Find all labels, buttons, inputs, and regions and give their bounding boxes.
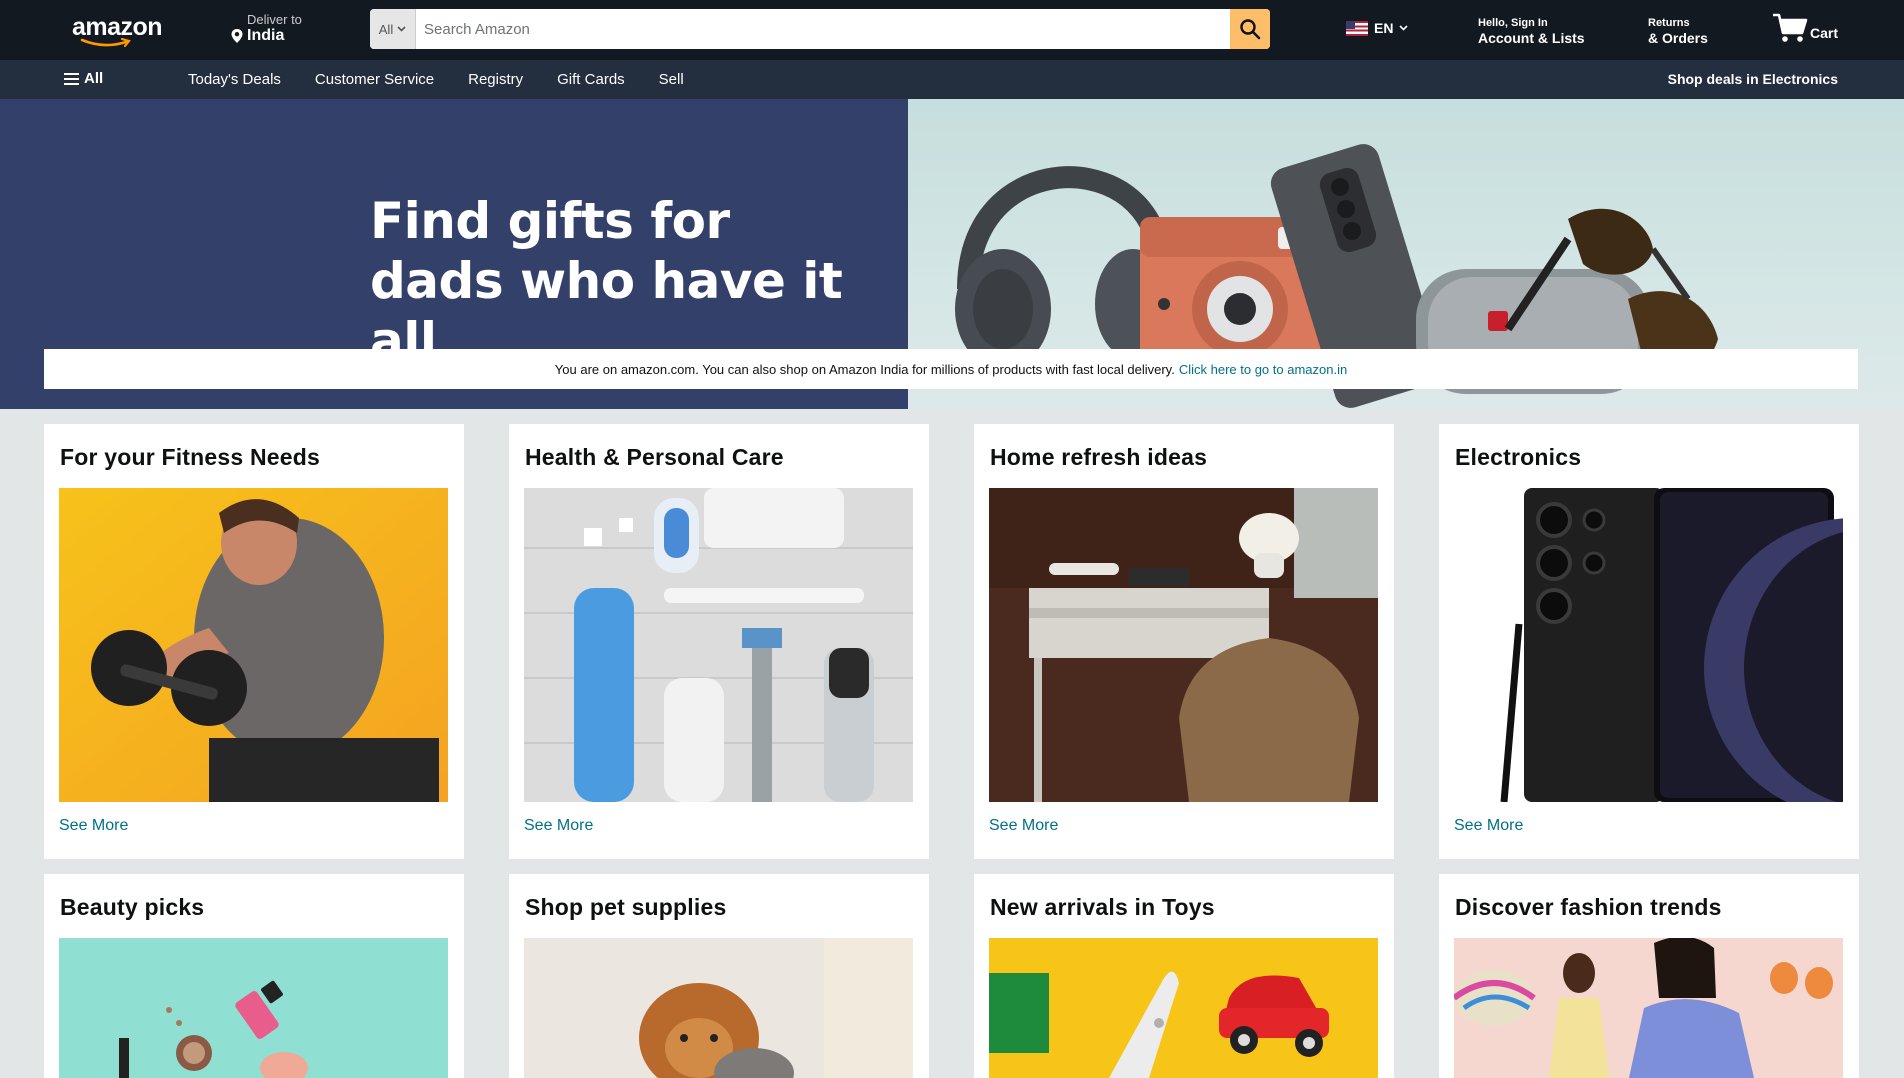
account-and-lists[interactable]: Hello, Sign In Account & Lists — [1478, 16, 1585, 46]
hero-title: Find gifts for dads who have it all — [370, 191, 908, 371]
see-more-link[interactable]: See More — [989, 817, 1058, 835]
secondary-navbar: All Today's Deals Customer Service Regis… — [0, 60, 1904, 99]
us-flag-icon — [1346, 20, 1368, 36]
cart-icon — [1773, 13, 1808, 42]
logo-smile-icon — [80, 38, 131, 48]
category-card-toys: New arrivals in Toys — [974, 874, 1394, 1078]
electronics-image[interactable] — [1454, 488, 1843, 802]
card-title: Shop pet supplies — [525, 894, 727, 920]
category-card-home: Home refresh ideas See More — [974, 424, 1394, 859]
nav-link-todays-deals[interactable]: Today's Deals — [188, 71, 281, 88]
go-to-amazon-in-link[interactable]: Click here to go to amazon.in — [1179, 362, 1347, 377]
nav-link-registry[interactable]: Registry — [468, 71, 523, 88]
see-more-link[interactable]: See More — [524, 817, 593, 835]
card-title: Discover fashion trends — [1455, 894, 1722, 920]
language-label: EN — [1374, 20, 1394, 36]
category-card-beauty: Beauty picks — [44, 874, 464, 1078]
all-menu-label: All — [84, 70, 104, 87]
search-icon — [1240, 19, 1261, 40]
locale-notice-banner: You are on amazon.com. You can also shop… — [44, 349, 1858, 389]
fitness-image[interactable] — [59, 488, 448, 802]
card-title: For your Fitness Needs — [60, 444, 321, 470]
returns-and-orders[interactable]: Returns & Orders — [1648, 16, 1708, 46]
all-menu-button[interactable]: All — [64, 70, 103, 87]
language-selector[interactable]: EN — [1346, 20, 1409, 36]
cart-button[interactable]: Cart — [1772, 12, 1838, 44]
deliver-location-text: India — [247, 27, 285, 44]
chevron-down-icon — [397, 26, 406, 32]
search-bar: All — [370, 9, 1270, 49]
locale-notice-text: You are on amazon.com. You can also shop… — [554, 361, 1175, 377]
hero-title-line-1: Find gifts for — [370, 192, 730, 250]
home-refresh-image[interactable] — [989, 488, 1378, 802]
search-category-label: All — [378, 21, 394, 37]
category-card-fitness: For your Fitness Needs See More — [44, 424, 464, 859]
top-navbar: amazon Deliver to India All Search Amazo… — [0, 0, 1904, 60]
category-card-electronics: Electronics See More — [1439, 424, 1859, 859]
cart-label: Cart — [1810, 25, 1839, 41]
headphones-image — [955, 166, 1175, 369]
see-more-link[interactable]: See More — [59, 817, 128, 835]
amazon-logo[interactable]: amazon — [72, 13, 163, 48]
see-more-link[interactable]: See More — [1454, 817, 1523, 835]
deliver-to-label: Deliver to — [247, 12, 302, 27]
category-card-health: Health & Personal Care See More — [509, 424, 929, 859]
search-button[interactable] — [1230, 9, 1270, 49]
nav-link-gift-cards[interactable]: Gift Cards — [557, 71, 625, 88]
card-title: Beauty picks — [60, 894, 205, 920]
card-title: Health & Personal Care — [525, 444, 784, 470]
account-greeting: Hello, Sign In — [1478, 17, 1548, 29]
logo-text: amazon — [72, 13, 163, 41]
card-title: Electronics — [1455, 444, 1582, 470]
beauty-image[interactable] — [59, 938, 448, 1078]
account-label: Account & Lists — [1478, 30, 1585, 46]
pet-supplies-image[interactable] — [524, 938, 913, 1078]
electronics-deals-link[interactable]: Shop deals in Electronics — [1668, 71, 1838, 87]
nav-link-customer-service[interactable]: Customer Service — [315, 71, 434, 88]
hamburger-menu-icon — [64, 72, 79, 85]
search-input[interactable] — [416, 9, 1230, 49]
nav-link-sell[interactable]: Sell — [659, 71, 684, 88]
health-care-image[interactable] — [524, 488, 913, 802]
returns-label: Returns — [1648, 17, 1690, 29]
chevron-down-icon — [1399, 25, 1409, 31]
location-pin-icon — [231, 29, 243, 43]
fashion-image[interactable] — [1454, 938, 1843, 1078]
category-card-fashion: Discover fashion trends — [1439, 874, 1859, 1078]
card-title: New arrivals in Toys — [990, 894, 1215, 920]
orders-label: & Orders — [1648, 30, 1708, 46]
card-title: Home refresh ideas — [990, 444, 1208, 470]
category-card-pets: Shop pet supplies — [509, 874, 929, 1078]
search-category-dropdown[interactable]: All — [370, 9, 416, 49]
toys-image[interactable] — [989, 938, 1378, 1078]
deliver-to-location[interactable]: Deliver to India — [230, 12, 302, 44]
